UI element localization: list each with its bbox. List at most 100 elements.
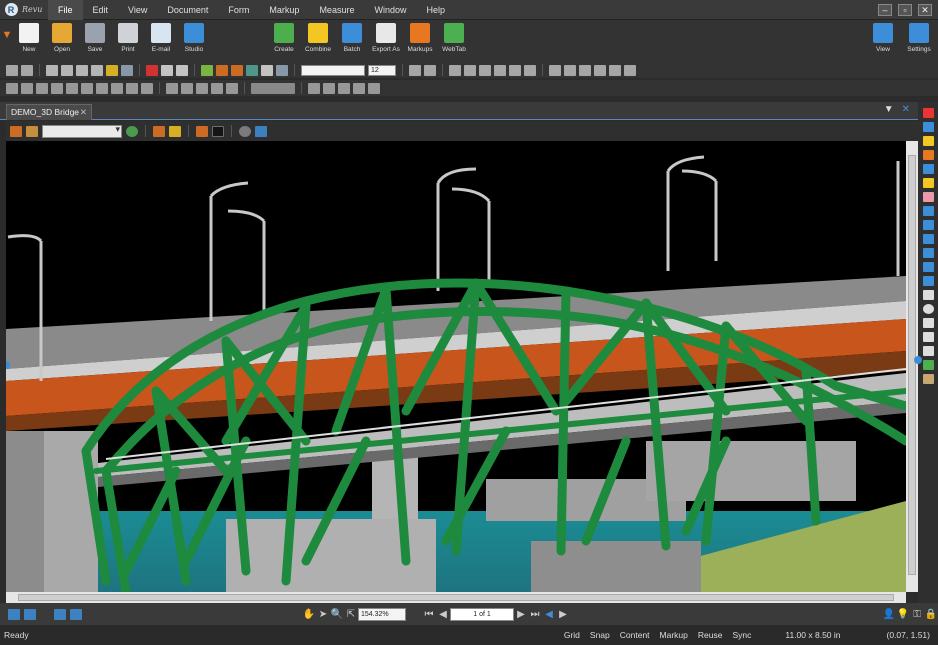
menu-markup[interactable]: Markup [259, 0, 309, 20]
line-tool-palette-icon[interactable] [922, 206, 934, 216]
line-style-icon[interactable] [51, 82, 63, 94]
vertical-scroll-thumb[interactable] [908, 155, 916, 575]
tips-lightbulb-icon[interactable]: 💡 [896, 609, 910, 620]
text-select-icon[interactable] [161, 64, 173, 76]
user-icon[interactable]: 👤 [882, 609, 896, 620]
next-page-icon[interactable]: ▶ [514, 609, 528, 620]
close-window-button[interactable]: ✕ [918, 3, 932, 16]
count-tool-icon[interactable] [922, 374, 934, 384]
markups-button[interactable]: Markups [405, 23, 435, 53]
format-painter-icon[interactable] [106, 64, 118, 76]
camera-icon[interactable] [239, 125, 251, 137]
outdent-icon[interactable] [353, 82, 365, 94]
menu-edit[interactable]: Edit [83, 0, 119, 20]
list-numbers-icon[interactable] [323, 82, 335, 94]
first-page-icon[interactable]: ⏮ [422, 609, 436, 620]
highlighter-icon[interactable] [216, 64, 228, 76]
select-arrow-icon[interactable]: ➤ [316, 609, 330, 620]
line-color-icon[interactable] [6, 82, 18, 94]
text-box-icon[interactable] [111, 82, 123, 94]
vertical-scrollbar[interactable] [906, 141, 918, 592]
align-bottom-icon[interactable] [624, 64, 636, 76]
line-width-icon[interactable] [66, 82, 78, 94]
last-page-icon[interactable]: ⏭ [528, 609, 542, 620]
menu-document[interactable]: Document [157, 0, 218, 20]
italic-icon[interactable] [464, 64, 476, 76]
previous-page-icon[interactable]: ◀ [436, 609, 450, 620]
subscript-icon[interactable] [524, 64, 536, 76]
note-icon[interactable] [141, 82, 153, 94]
snapshot-icon[interactable] [121, 64, 133, 76]
open-button[interactable]: Open [47, 23, 77, 53]
line-end-style-icon[interactable] [251, 82, 295, 94]
create-button[interactable]: Create [269, 23, 299, 53]
stamp-icon[interactable] [246, 64, 258, 76]
batch-button[interactable]: Batch [337, 23, 367, 53]
close-tab-icon[interactable]: ✕ [80, 105, 87, 119]
redo-icon[interactable] [21, 64, 33, 76]
new-button[interactable]: New [14, 23, 44, 53]
status-grid-toggle[interactable]: Grid [559, 630, 585, 640]
pdf-tools-icon[interactable] [146, 64, 158, 76]
line-tool-icon[interactable] [166, 82, 178, 94]
zoom-width-icon[interactable]: ⇱ [344, 609, 358, 620]
close-panel-icon[interactable] [922, 108, 934, 118]
superscript-icon[interactable] [509, 64, 521, 76]
list-bullets-icon[interactable] [308, 82, 320, 94]
highlighter-tool-icon[interactable] [922, 178, 934, 188]
lighting-icon[interactable] [169, 125, 181, 137]
rectangle-tool-icon[interactable] [922, 290, 934, 300]
settings-button[interactable]: Settings [904, 23, 934, 53]
status-reuse-toggle[interactable]: Reuse [693, 630, 728, 640]
view-button[interactable]: View [868, 23, 898, 53]
menu-window[interactable]: Window [364, 0, 416, 20]
eraser-icon[interactable] [231, 64, 243, 76]
zoom-level-field[interactable]: 154.32% [358, 607, 406, 621]
image-icon[interactable] [261, 64, 273, 76]
delete-icon[interactable] [91, 64, 103, 76]
font-size-field[interactable]: 12 [368, 64, 396, 76]
page-number-field[interactable]: 1 of 1 [450, 607, 514, 621]
text-tool-icon[interactable] [922, 122, 934, 132]
eraser-tool-icon[interactable] [922, 192, 934, 202]
polyline-tool-icon[interactable] [922, 234, 934, 244]
cut-icon[interactable] [46, 64, 58, 76]
split-horizontal-icon[interactable] [70, 608, 82, 620]
next-view-icon[interactable]: ▶ [556, 609, 570, 620]
copy-icon[interactable] [61, 64, 73, 76]
quick-menu-arrow-icon[interactable]: ▼ [0, 23, 14, 41]
font-color-icon[interactable] [96, 82, 108, 94]
3d-views-dropdown[interactable] [42, 124, 122, 138]
ellipse-tool-icon[interactable] [922, 304, 934, 314]
play-animation-icon[interactable] [126, 125, 138, 137]
undo-icon[interactable] [6, 64, 18, 76]
e-mail-button[interactable]: E-mail [146, 23, 176, 53]
highlight-tool-icon[interactable] [922, 150, 934, 160]
note-tool-icon[interactable] [922, 136, 934, 146]
align-center-icon[interactable] [564, 64, 576, 76]
font-size-increase-icon[interactable] [409, 64, 421, 76]
right-panel-pin-icon[interactable] [914, 356, 922, 364]
save-button[interactable]: Save [80, 23, 110, 53]
align-middle-icon[interactable] [609, 64, 621, 76]
tab-demo-3d-bridge[interactable]: DEMO_3D Bridge ✕ [6, 104, 92, 120]
split-vertical-icon[interactable] [54, 608, 66, 620]
polygon-tool-icon[interactable] [922, 262, 934, 272]
font-size-decrease-icon[interactable] [424, 64, 436, 76]
dimension-tool-icon[interactable] [922, 276, 934, 286]
3d-model-viewport[interactable] [6, 141, 906, 592]
stamp-tool-icon[interactable] [922, 332, 934, 342]
menu-form[interactable]: Form [218, 0, 259, 20]
hatch-icon[interactable] [81, 82, 93, 94]
sticky-tool-icon[interactable] [922, 346, 934, 356]
horizontal-scrollbar[interactable] [6, 592, 906, 603]
studio-button[interactable]: Studio [179, 23, 209, 53]
webtab-button[interactable]: WebTab [439, 23, 469, 53]
3d-settings-gear-icon[interactable] [255, 125, 267, 137]
cloud-tool-icon[interactable] [922, 318, 934, 328]
arc-tool-icon[interactable] [922, 248, 934, 258]
app-logo[interactable]: R [0, 0, 22, 20]
pan-hand-icon[interactable]: ✋ [302, 609, 316, 620]
continuous-page-icon[interactable] [24, 608, 36, 620]
single-page-icon[interactable] [8, 608, 20, 620]
